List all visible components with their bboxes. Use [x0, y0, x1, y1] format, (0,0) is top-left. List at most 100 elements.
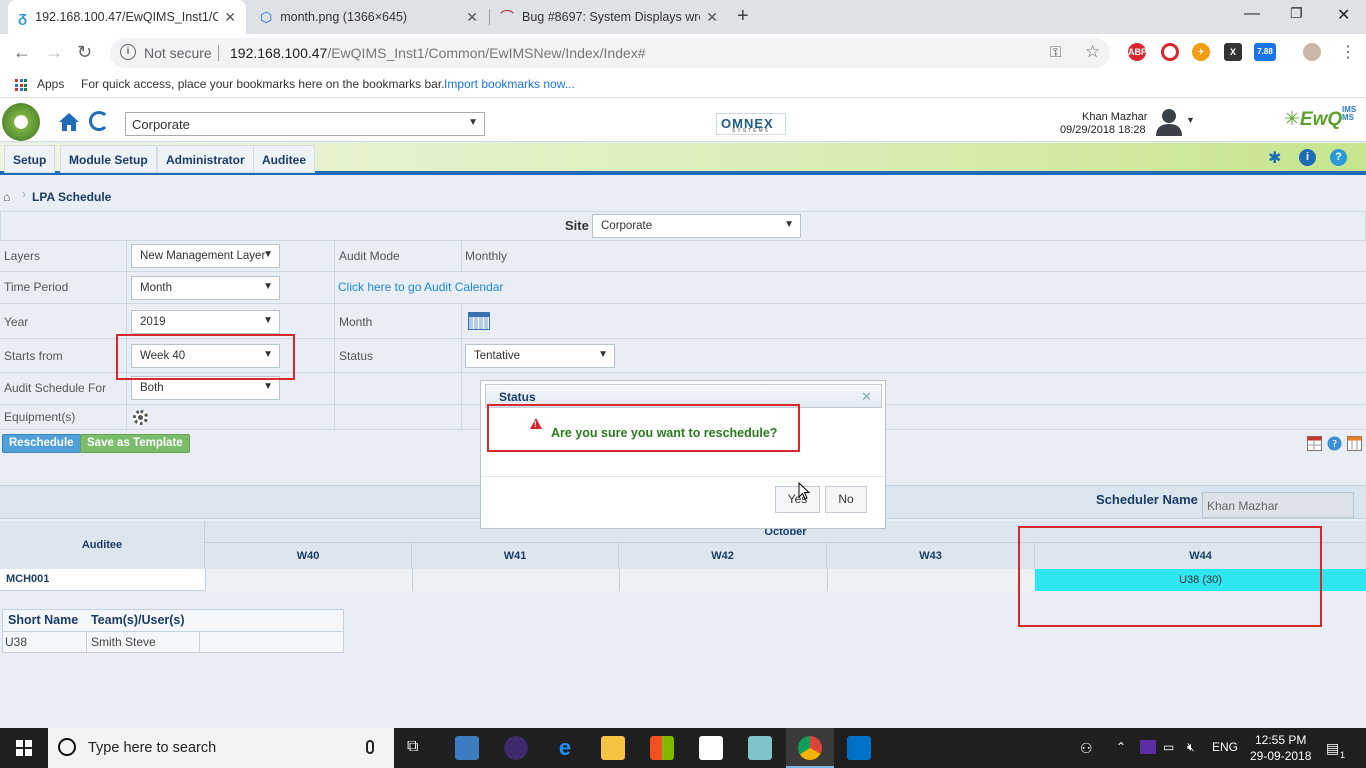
- save-as-template-button[interactable]: Save as Template: [80, 434, 190, 453]
- info-icon[interactable]: i: [120, 44, 136, 60]
- legend-divider: [86, 631, 87, 653]
- chevron-up-icon[interactable]: ⌃: [1116, 740, 1126, 754]
- tab-bug[interactable]: ⌒ Bug #8697: System Displays wron ✕: [490, 0, 728, 34]
- user-avatar-icon[interactable]: [1154, 106, 1184, 136]
- close-icon[interactable]: ✕: [706, 9, 718, 26]
- people-icon[interactable]: ⚇: [1080, 740, 1093, 757]
- restore-icon[interactable]: ❐: [1290, 5, 1303, 22]
- browser-tabstrip: ᵹ 192.168.100.47/EwQIMS_Inst1/Co ✕ ⬡ mon…: [0, 0, 1366, 34]
- gear-icon[interactable]: [133, 410, 148, 425]
- refresh-icon[interactable]: [89, 111, 109, 131]
- auditee-row-label: MCH001: [6, 573, 50, 585]
- speedtest-icon[interactable]: 7.88: [1254, 43, 1276, 61]
- import-bookmarks-link[interactable]: Import bookmarks now...: [444, 77, 575, 91]
- store-icon[interactable]: [650, 736, 674, 760]
- profile-avatar[interactable]: [1303, 43, 1321, 61]
- tab-month-png[interactable]: ⬡ month.png (1366×645) ✕: [250, 0, 488, 34]
- menu-setup[interactable]: Setup: [4, 145, 56, 173]
- file-explorer-pc-icon[interactable]: [455, 736, 479, 760]
- no-button[interactable]: No: [825, 486, 867, 513]
- window-close-icon[interactable]: ✕: [1337, 5, 1350, 25]
- audit-for-value: Both: [140, 382, 164, 394]
- menu-administrator[interactable]: Administrator: [157, 145, 254, 173]
- url-text[interactable]: 192.168.100.47/EwQIMS_Inst1/Common/EwIMS…: [230, 45, 646, 61]
- chevron-down-icon[interactable]: ▼: [1186, 115, 1195, 125]
- menu-dots-icon[interactable]: ⋮: [1340, 42, 1356, 62]
- schedule-cell-w41[interactable]: [412, 569, 619, 591]
- apps-link[interactable]: Apps: [37, 77, 64, 91]
- week-header-w41: W41: [412, 543, 619, 569]
- year-dropdown[interactable]: 2019 ▼: [131, 310, 280, 334]
- help-icon[interactable]: ?: [1330, 149, 1347, 166]
- outlook-icon[interactable]: [847, 736, 871, 760]
- reload-icon[interactable]: ↻: [77, 42, 92, 63]
- year-value: 2019: [140, 316, 166, 328]
- cell: [127, 405, 335, 429]
- calendar-icon[interactable]: [468, 312, 490, 330]
- adblock-icon[interactable]: ABP: [1128, 43, 1147, 61]
- edge-icon[interactable]: e: [553, 736, 577, 760]
- site-dropdown[interactable]: Corporate ▼: [592, 214, 801, 238]
- legend-user: Smith Steve: [91, 635, 156, 649]
- table-icon[interactable]: [1307, 436, 1322, 451]
- network-icon[interactable]: ▭: [1163, 740, 1174, 754]
- mail-icon[interactable]: [699, 736, 723, 760]
- windows-start-icon[interactable]: [16, 740, 32, 756]
- notification-icon[interactable]: ▤: [1326, 740, 1339, 757]
- tray-app-icon[interactable]: [1140, 740, 1156, 754]
- status-dropdown[interactable]: Tentative ▼: [465, 344, 615, 368]
- close-icon[interactable]: ✕: [224, 9, 236, 26]
- app-logo[interactable]: [2, 103, 40, 141]
- bookmark-star-icon[interactable]: ☆: [1085, 42, 1100, 62]
- volume-muted-icon[interactable]: 🔇︎: [1187, 740, 1195, 755]
- clock-date: 29-09-2018: [1250, 749, 1312, 763]
- scheduler-name-field[interactable]: Khan Mazhar: [1202, 492, 1354, 518]
- home-icon[interactable]: ⌂: [3, 190, 10, 204]
- apps-icon[interactable]: [15, 79, 27, 91]
- language-indicator[interactable]: ENG: [1212, 740, 1238, 754]
- audit-calendar-link[interactable]: Click here to go Audit Calendar: [338, 280, 503, 294]
- close-icon[interactable]: ✕: [466, 9, 478, 26]
- site-selector-dropdown[interactable]: Corporate ▼: [125, 112, 485, 136]
- layers-dropdown[interactable]: New Management Layer ▼: [131, 244, 280, 268]
- taskbar-clock[interactable]: 12:55 PM 29-09-2018: [1250, 732, 1311, 764]
- tab-ewqims[interactable]: ᵹ 192.168.100.47/EwQIMS_Inst1/Co ✕: [8, 0, 246, 34]
- menu-auditee[interactable]: Auditee: [253, 145, 316, 173]
- address-bar[interactable]: i Not secure 192.168.100.47/EwQIMS_Inst1…: [110, 38, 1110, 68]
- new-tab-icon[interactable]: +: [737, 5, 749, 28]
- schedule-cell-w40[interactable]: [205, 569, 412, 591]
- reschedule-button[interactable]: Reschedule: [2, 434, 81, 453]
- legend-divider: [3, 631, 343, 632]
- task-view-icon[interactable]: ⧉: [407, 738, 418, 756]
- pin-icon[interactable]: ✱: [1268, 148, 1281, 168]
- form-row-layers: Layers New Management Layer ▼ Audit Mode…: [0, 240, 1366, 272]
- dialog-divider: [481, 476, 885, 477]
- form-row-time-period: Time Period Month ▼ Click here to go Aud…: [0, 272, 1366, 304]
- opera-icon[interactable]: [1161, 43, 1179, 61]
- time-period-dropdown[interactable]: Month ▼: [131, 276, 280, 300]
- extension-icon[interactable]: ✈: [1192, 43, 1210, 61]
- omnex-logo: OMNEX SYSTEMS: [716, 113, 786, 135]
- close-icon[interactable]: ✕: [861, 389, 872, 405]
- site-selector-value: Corporate: [132, 117, 190, 132]
- microphone-icon[interactable]: [366, 740, 374, 754]
- key-icon[interactable]: ⚿: [1050, 44, 1061, 61]
- help-bubble-icon[interactable]: ?: [1327, 436, 1342, 451]
- annotation-box: [1018, 526, 1322, 627]
- taskbar: Type here to search ⧉ e ⚇ ⌃ ▭ 🔇︎ ENG 12:…: [0, 728, 1366, 768]
- folder-icon[interactable]: [601, 736, 625, 760]
- schedule-cell-w43[interactable]: [827, 569, 1035, 591]
- x-extension-icon[interactable]: X: [1224, 43, 1242, 61]
- app-icon[interactable]: [748, 736, 772, 760]
- info-icon[interactable]: i: [1299, 149, 1316, 166]
- minimize-icon[interactable]: —: [1244, 5, 1260, 23]
- menu-module-setup[interactable]: Module Setup: [60, 145, 157, 173]
- home-icon[interactable]: [58, 111, 80, 133]
- schedule-cell-w42[interactable]: [619, 569, 827, 591]
- chrome-icon[interactable]: [798, 736, 822, 760]
- back-icon[interactable]: ←: [13, 42, 31, 63]
- taskbar-search-box[interactable]: Type here to search: [48, 728, 394, 768]
- forward-icon[interactable]: →: [45, 42, 63, 63]
- eclipse-icon[interactable]: [504, 736, 528, 760]
- columns-icon[interactable]: [1347, 436, 1362, 451]
